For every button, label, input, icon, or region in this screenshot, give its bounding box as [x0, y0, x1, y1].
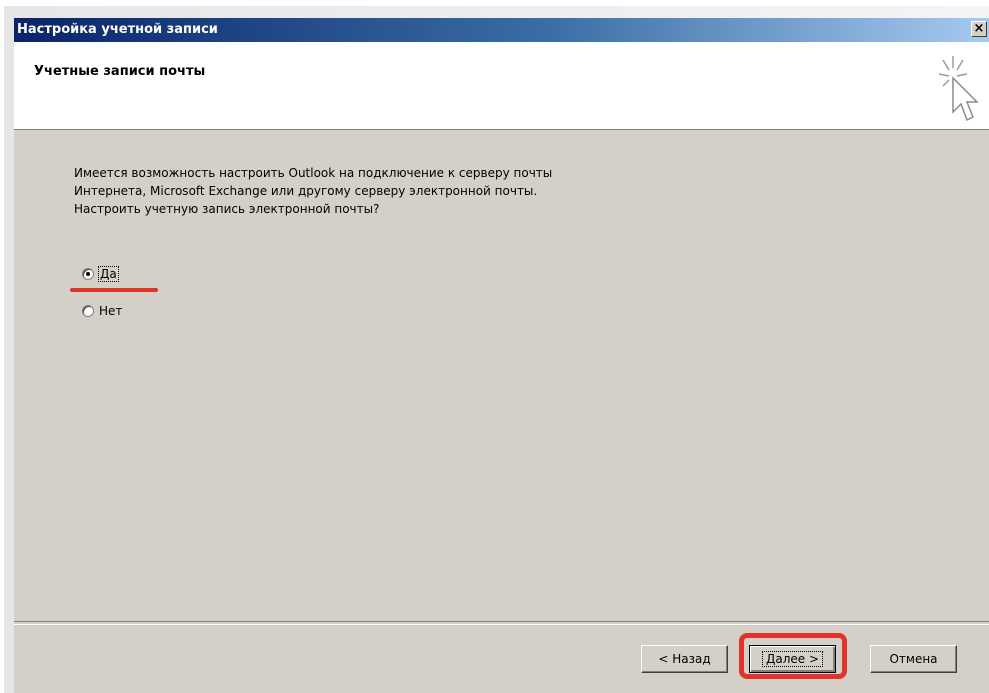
- radio-no[interactable]: Нет: [82, 304, 122, 318]
- radio-yes-label[interactable]: Да: [98, 266, 119, 282]
- title-bar[interactable]: Настройка учетной записи ×: [14, 18, 989, 42]
- radio-no-label[interactable]: Нет: [99, 304, 122, 318]
- back-button-label: < Назад: [658, 652, 711, 666]
- description-line: Настроить учетную запись электронной поч…: [74, 202, 380, 216]
- description-text: Имеется возможность настроить Outlook на…: [74, 164, 552, 218]
- header-panel: Учетные записи почты: [14, 42, 989, 130]
- account-setup-dialog: Настройка учетной записи × Учетные запис…: [14, 18, 989, 693]
- cancel-button-label: Отмена: [889, 652, 938, 666]
- radio-yes[interactable]: Да: [82, 266, 119, 282]
- close-icon: ×: [973, 21, 985, 36]
- highlight-box: [739, 633, 847, 679]
- radio-no-indicator[interactable]: [82, 305, 94, 317]
- close-button[interactable]: ×: [971, 21, 987, 37]
- description-line: Имеется возможность настроить Outlook на…: [74, 166, 553, 180]
- radio-yes-indicator[interactable]: [82, 268, 94, 280]
- footer-divider: [14, 621, 989, 625]
- description-line: Интернета, Microsoft Exchange или другом…: [74, 184, 538, 198]
- highlight-underline: [70, 288, 158, 292]
- page-title: Учетные записи почты: [34, 64, 206, 79]
- cursor-sparkle-icon: [938, 56, 979, 122]
- cancel-button[interactable]: Отмена: [870, 645, 957, 673]
- window-title: Настройка учетной записи: [17, 22, 218, 37]
- back-button[interactable]: < Назад: [641, 645, 728, 673]
